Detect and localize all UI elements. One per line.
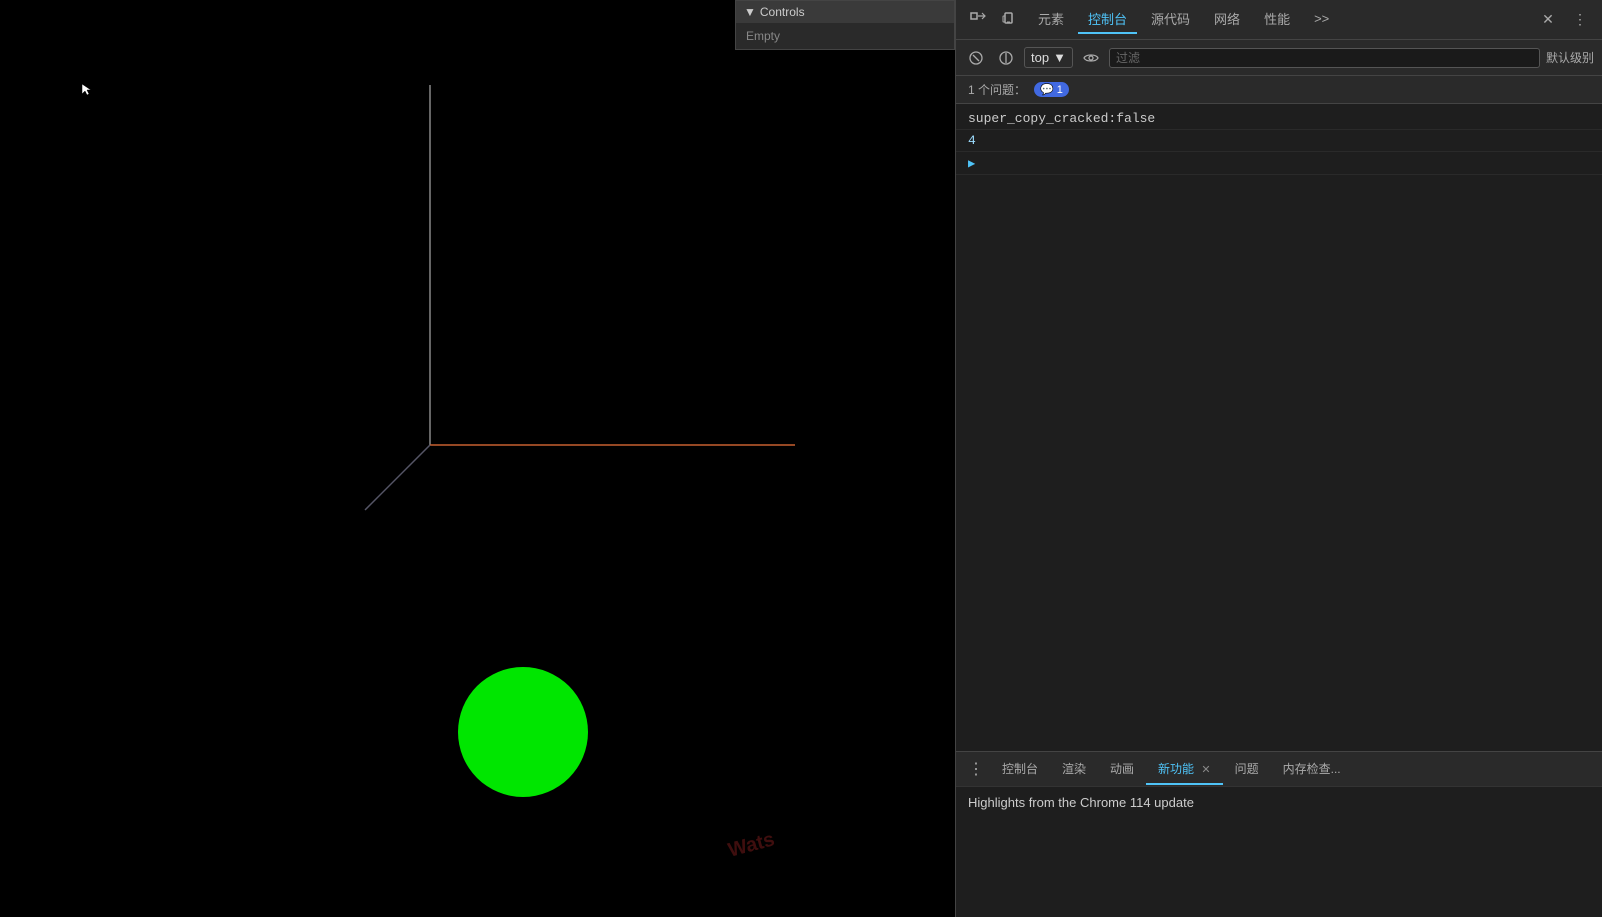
tab-close-icon[interactable]: ✕ xyxy=(1201,764,1210,776)
bottom-tab-menu-icon[interactable]: ⋮ xyxy=(962,759,990,779)
issues-bar: 1 个问题： 💬 1 xyxy=(956,76,1602,104)
close-devtools-icon[interactable]: ✕ xyxy=(1534,6,1562,34)
tab-console[interactable]: 控制台 xyxy=(1078,5,1137,34)
bottom-tab-console[interactable]: 控制台 xyxy=(990,754,1050,785)
controls-header: ▼ Controls xyxy=(736,1,954,23)
canvas-area: ▼ Controls Empty Wats xyxy=(0,0,955,917)
console-text-2: 4 xyxy=(968,133,976,148)
tab-perf[interactable]: 性能 xyxy=(1254,5,1300,34)
issues-count: 1 xyxy=(1057,84,1063,96)
expand-icon[interactable]: ⋮ xyxy=(1566,6,1594,34)
filter-input[interactable] xyxy=(1109,48,1540,68)
highlight-text: Highlights from the Chrome 114 update xyxy=(968,795,1590,810)
devtools-toolbar: 元素 控制台 源代码 网络 性能 >> ✕ ⋮ xyxy=(956,0,1602,40)
controls-chevron: ▼ xyxy=(744,5,756,19)
bottom-tab-animation[interactable]: 动画 xyxy=(1098,754,1146,785)
bottom-tab-render[interactable]: 渲染 xyxy=(1050,754,1098,785)
bottom-tabs: ⋮ 控制台 渲染 动画 新功能 ✕ 问题 内存检查... xyxy=(956,751,1602,787)
tab-sources[interactable]: 源代码 xyxy=(1141,5,1200,34)
default-level-label: 默认级别 xyxy=(1546,49,1594,66)
console-expand-arrow[interactable]: ▶ xyxy=(968,156,975,171)
controls-panel: ▼ Controls Empty xyxy=(735,0,955,50)
console-line-3[interactable]: ▶ xyxy=(956,152,1602,175)
tab-network[interactable]: 网络 xyxy=(1204,5,1250,34)
tab-more[interactable]: >> xyxy=(1304,7,1339,32)
toggle-icon[interactable] xyxy=(994,46,1018,70)
bottom-tab-memory[interactable]: 内存检查... xyxy=(1271,754,1353,785)
eye-icon[interactable] xyxy=(1079,46,1103,70)
issues-badge[interactable]: 💬 1 xyxy=(1034,82,1069,97)
context-dropdown[interactable]: top ▼ xyxy=(1024,47,1073,68)
bottom-tab-issues[interactable]: 问题 xyxy=(1223,754,1271,785)
device-icon[interactable] xyxy=(996,6,1024,34)
issues-count-label: 1 个问题： xyxy=(968,81,1026,98)
devtools-panel: 元素 控制台 源代码 网络 性能 >> ✕ ⋮ top ▼ xyxy=(955,0,1602,917)
inspect-icon[interactable] xyxy=(964,6,992,34)
controls-empty-label: Empty xyxy=(746,29,780,43)
issues-icon: 💬 xyxy=(1040,83,1054,96)
console-line-1: super_copy_cracked:false xyxy=(956,108,1602,130)
clear-console-icon[interactable] xyxy=(964,46,988,70)
tab-elements[interactable]: 元素 xyxy=(1028,5,1074,34)
dropdown-arrow: ▼ xyxy=(1053,50,1066,65)
controls-title: Controls xyxy=(760,5,805,19)
console-line-2: 4 xyxy=(956,130,1602,152)
top-label: top xyxy=(1031,50,1049,65)
bottom-content: Highlights from the Chrome 114 update xyxy=(956,787,1602,917)
devtools-toolbar2: top ▼ 默认级别 xyxy=(956,40,1602,76)
console-content: super_copy_cracked:false 4 ▶ xyxy=(956,104,1602,751)
green-circle xyxy=(458,667,588,797)
bottom-tab-new-features[interactable]: 新功能 ✕ xyxy=(1146,754,1223,785)
console-text-1: super_copy_cracked:false xyxy=(968,111,1155,126)
controls-body: Empty xyxy=(736,23,954,49)
